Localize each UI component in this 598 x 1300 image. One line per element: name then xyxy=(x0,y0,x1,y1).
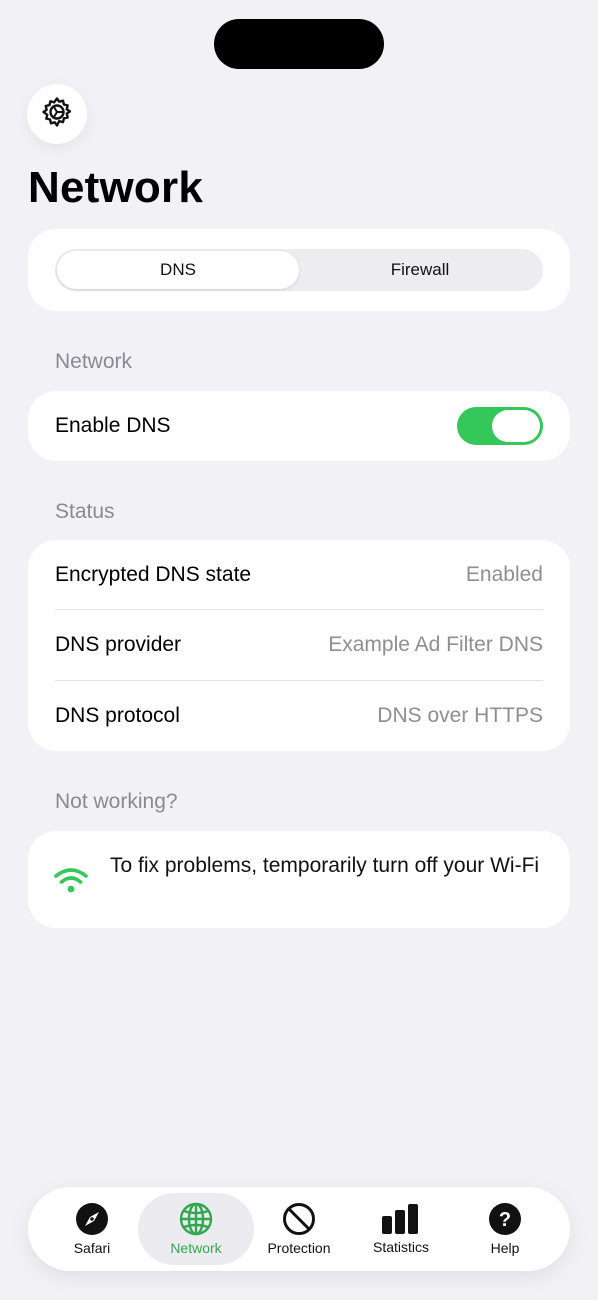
settings-button[interactable] xyxy=(27,84,87,144)
screen: Network DNS Firewall Network Enable DNS … xyxy=(0,0,598,1300)
network-card: Enable DNS xyxy=(28,391,570,461)
gear-icon xyxy=(40,95,74,134)
tab-label: Safari xyxy=(73,1240,111,1256)
tab-help[interactable]: ? Help xyxy=(447,1193,563,1265)
compass-icon xyxy=(75,1202,109,1236)
question-icon: ? xyxy=(488,1202,522,1236)
tab-network[interactable]: Network xyxy=(138,1193,254,1265)
status-card: Encrypted DNS state Enabled DNS provider… xyxy=(28,540,570,751)
segment-dns[interactable]: DNS xyxy=(57,251,299,289)
enable-dns-toggle[interactable] xyxy=(457,407,543,445)
toggle-knob xyxy=(492,410,540,442)
status-row-dns-protocol: DNS protocol DNS over HTTPS xyxy=(55,681,543,751)
segmented-card: DNS Firewall xyxy=(28,229,570,311)
dynamic-island xyxy=(214,19,384,69)
tab-label: Help xyxy=(490,1240,520,1256)
status-row-label: DNS provider xyxy=(55,633,182,656)
wifi-icon xyxy=(53,865,89,900)
status-row-dns-provider: DNS provider Example Ad Filter DNS xyxy=(55,610,543,680)
status-row-encrypted-state: Encrypted DNS state Enabled xyxy=(55,540,543,610)
status-row-value: DNS over HTTPS xyxy=(377,704,543,727)
bar-chart-icon xyxy=(381,1203,421,1235)
fix-message: To fix problems, temporarily turn off yo… xyxy=(110,854,540,877)
status-row-label: DNS protocol xyxy=(55,704,180,727)
tab-label: Protection xyxy=(267,1240,331,1256)
status-row-value: Example Ad Filter DNS xyxy=(328,633,543,656)
segment-firewall[interactable]: Firewall xyxy=(299,251,541,289)
page-title: Network xyxy=(28,163,203,212)
tab-statistics[interactable]: Statistics xyxy=(343,1193,459,1265)
section-label-not-working: Not working? xyxy=(55,790,178,813)
tab-label: Statistics xyxy=(372,1239,429,1255)
tab-safari[interactable]: Safari xyxy=(34,1193,150,1265)
enable-dns-row: Enable DNS xyxy=(55,391,543,461)
svg-text:?: ? xyxy=(499,1209,511,1231)
prohibit-icon xyxy=(282,1202,316,1236)
globe-icon xyxy=(179,1202,213,1236)
segmented-control: DNS Firewall xyxy=(55,249,543,291)
not-working-card[interactable]: To fix problems, temporarily turn off yo… xyxy=(28,831,570,928)
tab-protection[interactable]: Protection xyxy=(241,1193,357,1265)
section-label-status: Status xyxy=(55,500,115,523)
tab-bar: Safari Network Protection Statistics ? H… xyxy=(28,1187,570,1271)
section-label-network: Network xyxy=(55,350,133,373)
enable-dns-label: Enable DNS xyxy=(55,414,171,437)
status-row-label: Encrypted DNS state xyxy=(55,563,252,586)
tab-label: Network xyxy=(170,1240,222,1256)
status-row-value: Enabled xyxy=(465,563,543,586)
